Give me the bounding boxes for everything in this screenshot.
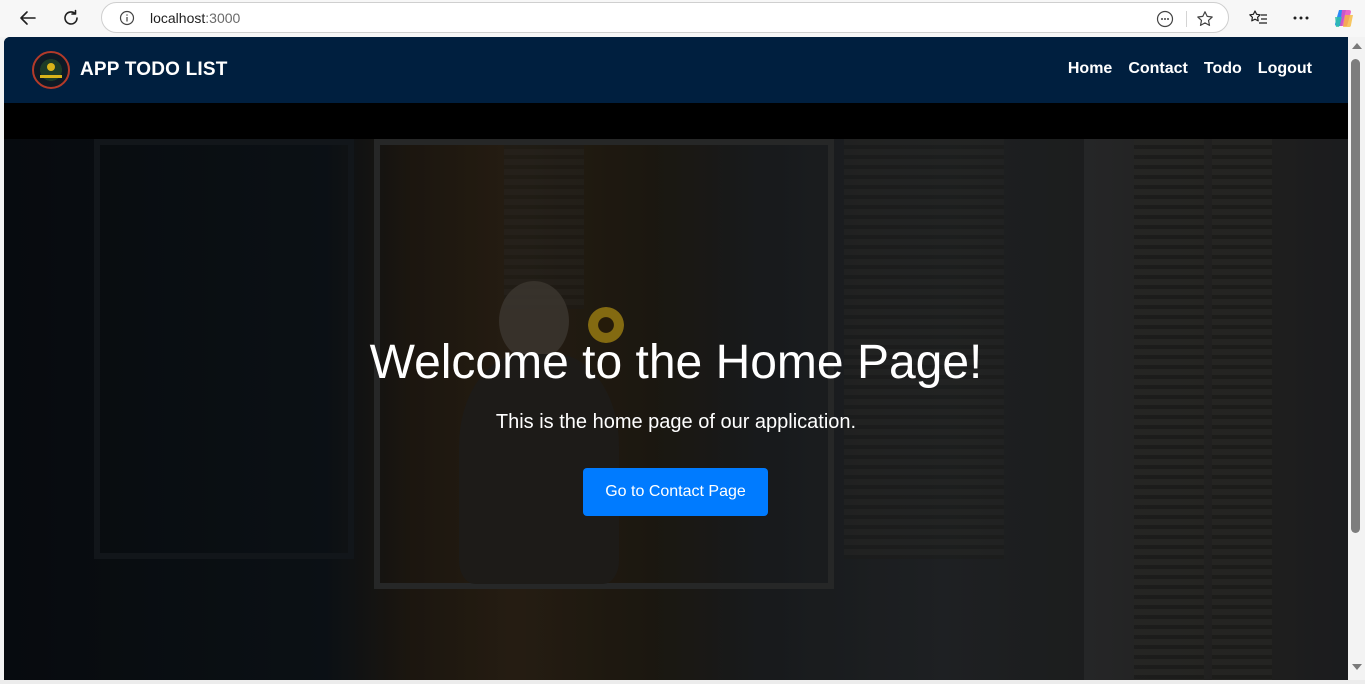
hero-subtitle: This is the home page of our application… — [495, 411, 857, 433]
page-viewport: APP TODO LIST Home Contact Todo Logout W… — [4, 37, 1348, 680]
url-text[interactable]: localhost:3000 — [150, 10, 240, 26]
url-port: :3000 — [205, 10, 241, 26]
nav-menu: Home Contact Todo Logout — [1068, 60, 1312, 78]
hero-section: Welcome to the Home Page! This is the ho… — [4, 139, 1348, 680]
page-scrollbar[interactable] — [1348, 37, 1365, 680]
info-icon[interactable] — [118, 9, 136, 27]
nav-home[interactable]: Home — [1068, 60, 1112, 78]
logo-band — [40, 75, 62, 78]
refresh-icon[interactable] — [57, 4, 85, 32]
favorites-icon[interactable] — [1244, 4, 1272, 32]
address-divider — [1186, 11, 1187, 27]
browser-toolbar: localhost:3000 — [0, 0, 1365, 37]
window-bottom-edge — [0, 680, 1365, 684]
address-bar[interactable]: localhost:3000 — [101, 2, 1229, 33]
favorite-star-icon[interactable] — [1194, 8, 1216, 30]
url-host: localhost — [150, 10, 206, 26]
navbar-spacer — [4, 103, 1348, 139]
copilot-icon[interactable] — [1330, 4, 1358, 32]
back-icon[interactable] — [14, 4, 42, 32]
more-icon[interactable] — [1287, 4, 1315, 32]
scroll-up-icon[interactable] — [1352, 43, 1362, 49]
nav-contact[interactable]: Contact — [1128, 60, 1188, 78]
app-brand[interactable]: APP TODO LIST — [80, 59, 228, 81]
logo-dot — [47, 63, 55, 71]
hero-title: Welcome to the Home Page! — [369, 336, 983, 389]
app-logo[interactable] — [32, 51, 70, 89]
hero-content: Welcome to the Home Page! This is the ho… — [4, 139, 1348, 680]
scroll-down-icon[interactable] — [1352, 664, 1362, 670]
go-to-contact-button[interactable]: Go to Contact Page — [583, 468, 768, 516]
reader-mode-icon[interactable] — [1154, 8, 1176, 30]
nav-logout[interactable]: Logout — [1258, 60, 1312, 78]
app-navbar: APP TODO LIST Home Contact Todo Logout — [4, 37, 1348, 103]
nav-todo[interactable]: Todo — [1204, 60, 1242, 78]
scroll-thumb[interactable] — [1351, 59, 1360, 533]
